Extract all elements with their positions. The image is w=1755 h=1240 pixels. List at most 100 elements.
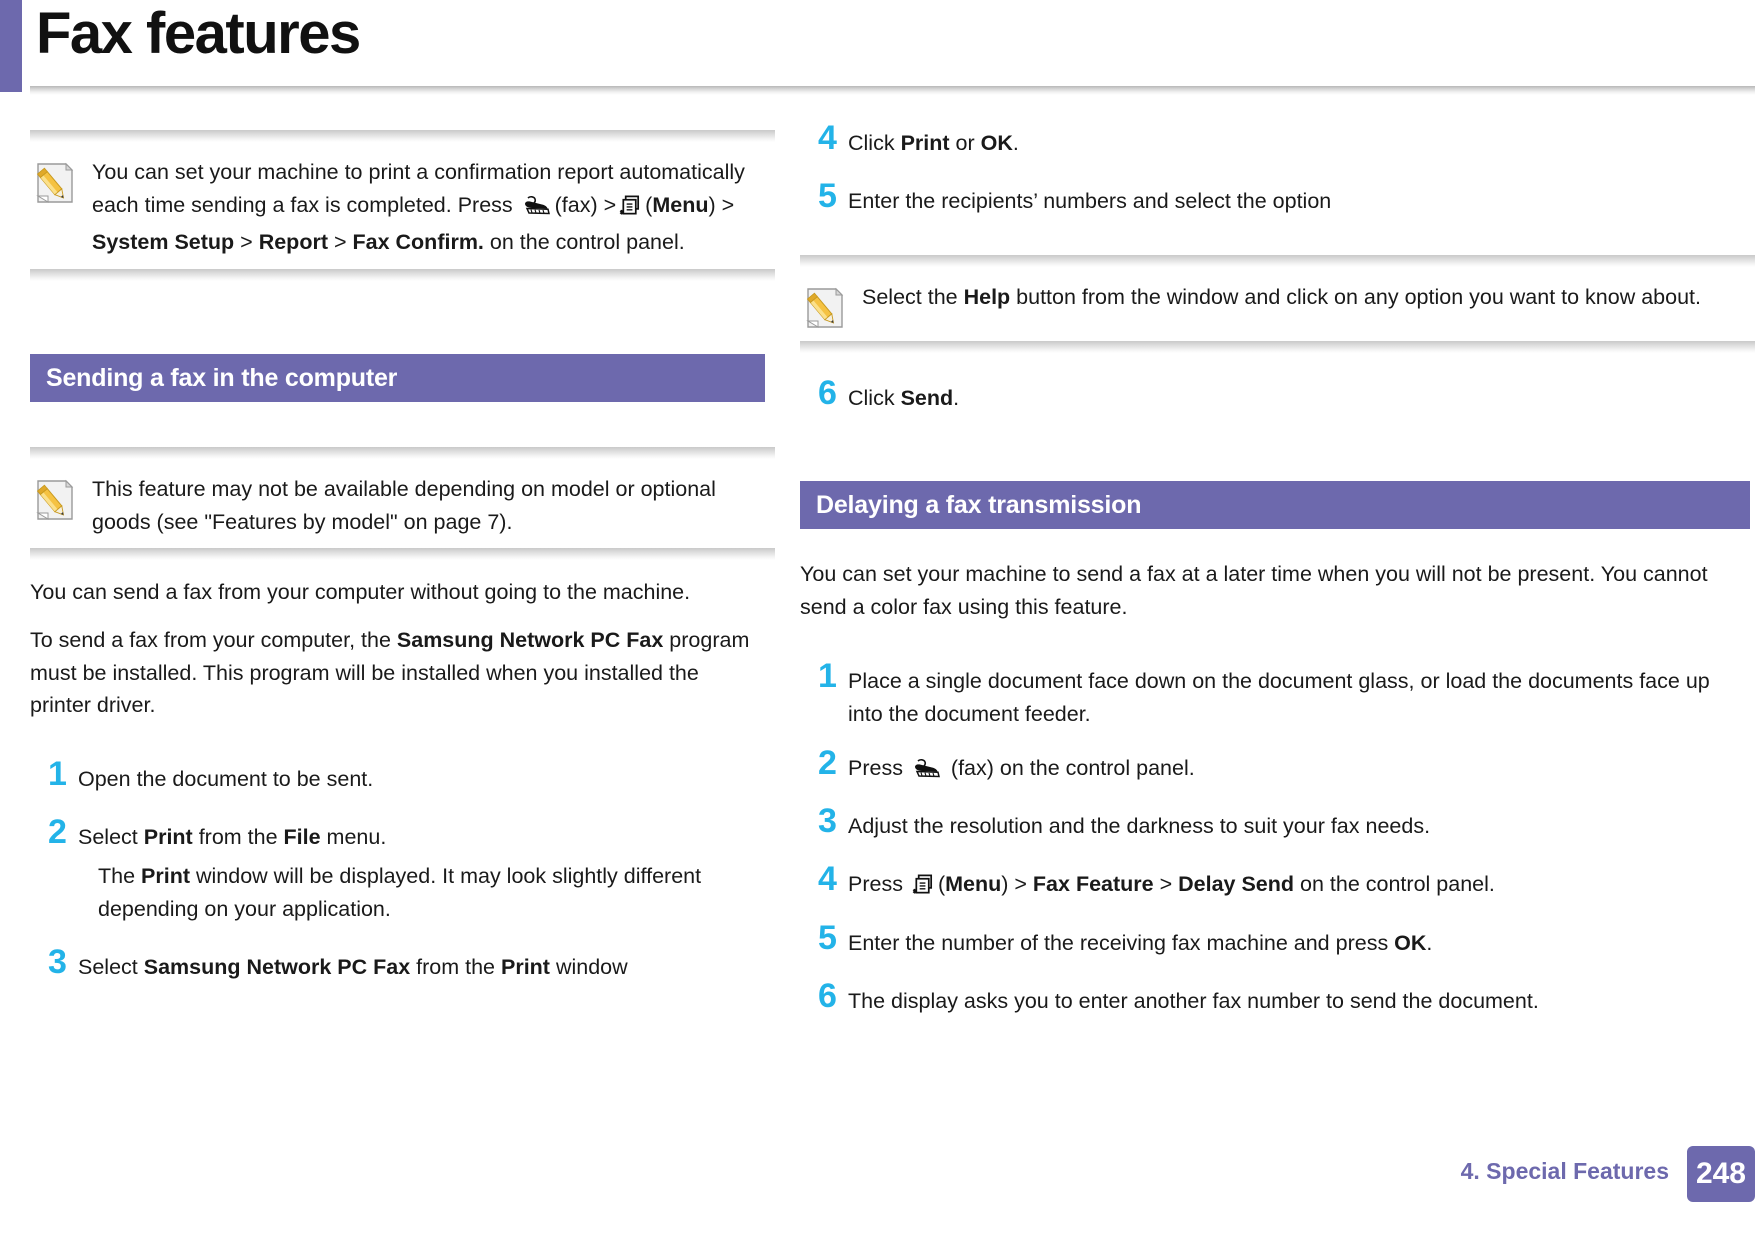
title-divider xyxy=(30,86,1755,95)
step-menu-bold: Menu xyxy=(945,872,1002,896)
step-suffix: (fax) on the control panel. xyxy=(944,756,1195,780)
step-text: Open the document to be sent. xyxy=(78,767,374,791)
step-delay-4: 4 Press (Menu) > Fax Feature > Delay Sen… xyxy=(800,862,1750,906)
note-confirmation-report: You can set your machine to print a conf… xyxy=(30,130,775,282)
note-bottom-rule xyxy=(30,269,775,282)
substep-prefix: The xyxy=(98,864,142,888)
step-part-3: or xyxy=(949,131,981,155)
step-delay-3: 3 Adjust the resolution and the darkness… xyxy=(800,802,1750,843)
step-prefix: Enter the number of the receiving fax ma… xyxy=(848,931,1395,955)
step-number: 2 xyxy=(48,813,67,851)
substep-print-window: The Print window will be displayed. It m… xyxy=(98,860,738,925)
step-prefix: Press xyxy=(848,872,909,896)
step-right-5: 5 Enter the recipients’ numbers and sele… xyxy=(800,177,1740,218)
step-number: 1 xyxy=(818,657,837,695)
note-tail: on the control panel. xyxy=(483,230,685,255)
menu-icon xyxy=(619,194,642,227)
step-number: 5 xyxy=(818,177,837,215)
step-part-2: Send xyxy=(900,386,954,410)
note-bold-help: Help xyxy=(963,285,1011,309)
step-part-2: Print xyxy=(143,825,193,849)
step-left-1: 1 Open the document to be sent. xyxy=(30,757,750,796)
note-suffix: button from the window and click on any … xyxy=(1010,285,1701,309)
step-number: 5 xyxy=(818,919,837,957)
step-part-1: Select xyxy=(78,955,144,979)
step-part-1: Click xyxy=(848,131,901,155)
step-part-5: menu. xyxy=(320,825,387,849)
step-part-1: Click xyxy=(848,386,901,410)
note-prefix: Select the xyxy=(862,285,964,309)
note-pencil-icon xyxy=(34,160,76,206)
step-part-2: Samsung Network PC Fax xyxy=(143,955,411,979)
page-footer: 4. Special Features 248 xyxy=(0,1146,1755,1210)
step-delay-6: 6 The display asks you to enter another … xyxy=(800,979,1750,1018)
step-text: Click Send. xyxy=(848,377,959,415)
page-header: Fax features xyxy=(0,0,1755,95)
footer-page-number: 248 xyxy=(1686,1146,1755,1202)
note-sep-2: > xyxy=(327,230,353,255)
note-sep-1: > xyxy=(234,230,259,255)
note-menu-bold: Menu xyxy=(652,192,709,217)
paragraph-send-fax-intro: You can send a fax from your computer wi… xyxy=(30,580,691,604)
step-bold-2: Delay Send xyxy=(1178,872,1295,896)
step-part-4: OK xyxy=(980,131,1013,155)
paragraph-pc-fax-program: To send a fax from your computer, the Sa… xyxy=(30,624,765,722)
section-header-delaying-fax: Delaying a fax transmission xyxy=(800,481,1750,529)
note-menu-close: ) > xyxy=(708,192,735,217)
step-number: 3 xyxy=(818,802,837,840)
note-top-rule xyxy=(30,447,775,459)
step-part-5: window xyxy=(549,955,628,979)
step-part-4: File xyxy=(283,825,321,849)
fax-machine-icon xyxy=(522,194,552,227)
step-sep: > xyxy=(1153,872,1179,896)
step-text: Adjust the resolution and the darkness t… xyxy=(848,814,1431,838)
step-delay-5: 5 Enter the number of the receiving fax … xyxy=(800,919,1750,960)
note-body: This feature may not be available depend… xyxy=(30,459,775,548)
menu-icon xyxy=(912,873,935,906)
section-header-sending-fax: Sending a fax in the computer xyxy=(30,354,765,402)
step-text: The display asks you to enter another fa… xyxy=(848,989,1539,1013)
paragraph-bold-program: Samsung Network PC Fax xyxy=(396,628,664,652)
page-title: Fax features xyxy=(36,1,361,66)
note-path-3: Fax Confirm. xyxy=(352,230,484,255)
note-text: You can set your machine to print a conf… xyxy=(92,156,771,259)
title-accent-bar xyxy=(0,0,22,92)
note-text: Select the Help button from the window a… xyxy=(862,281,1742,314)
footer-chapter-label: 4. Special Features xyxy=(1460,1158,1669,1184)
step-suffix: on the control panel. xyxy=(1294,872,1495,896)
note-text: This feature may not be available depend… xyxy=(92,477,716,534)
substep-bold: Print xyxy=(141,864,191,888)
note-bottom-rule xyxy=(30,548,775,561)
note-feature-availability: This feature may not be available depend… xyxy=(30,447,775,561)
paragraph-prefix: To send a fax from your computer, the xyxy=(30,628,397,652)
step-prefix: Press xyxy=(848,756,909,780)
note-path-1: System Setup xyxy=(92,230,235,255)
step-right-6: 6 Click Send. xyxy=(800,374,1740,415)
step-text: Enter the number of the receiving fax ma… xyxy=(848,922,1432,960)
step-text: Select Print from the File menu. xyxy=(78,816,386,854)
step-number: 3 xyxy=(48,943,67,981)
step-number: 4 xyxy=(818,119,837,157)
step-part-2: Print xyxy=(900,131,950,155)
step-part-3: from the xyxy=(192,825,284,849)
step-part-1: Select xyxy=(78,825,144,849)
step-bold-1: Fax Feature xyxy=(1032,872,1154,896)
note-pencil-icon xyxy=(804,285,846,331)
note-bottom-rule xyxy=(800,341,1755,353)
step-text: Enter the recipients’ numbers and select… xyxy=(848,189,1332,213)
step-part-4: Print xyxy=(500,955,550,979)
step-delay-2: 2 Press (fax) on the control panel. xyxy=(800,744,1750,790)
step-part-5: . xyxy=(1012,131,1019,155)
note-path-2: Report xyxy=(258,230,328,255)
step-menu-close: ) > xyxy=(1001,872,1033,896)
note-pencil-icon xyxy=(34,477,76,523)
step-number: 6 xyxy=(818,374,837,412)
note-top-rule xyxy=(30,130,775,142)
step-part-3: . xyxy=(953,386,960,410)
step-text: Place a single document face down on the… xyxy=(848,669,1710,726)
step-right-4: 4 Click Print or OK. xyxy=(800,119,1740,160)
step-delay-1: 1 Place a single document face down on t… xyxy=(800,657,1750,730)
step-number: 2 xyxy=(818,744,837,782)
note-body: You can set your machine to print a conf… xyxy=(30,142,775,269)
step-text: Press (fax) on the control panel. xyxy=(848,747,1195,790)
